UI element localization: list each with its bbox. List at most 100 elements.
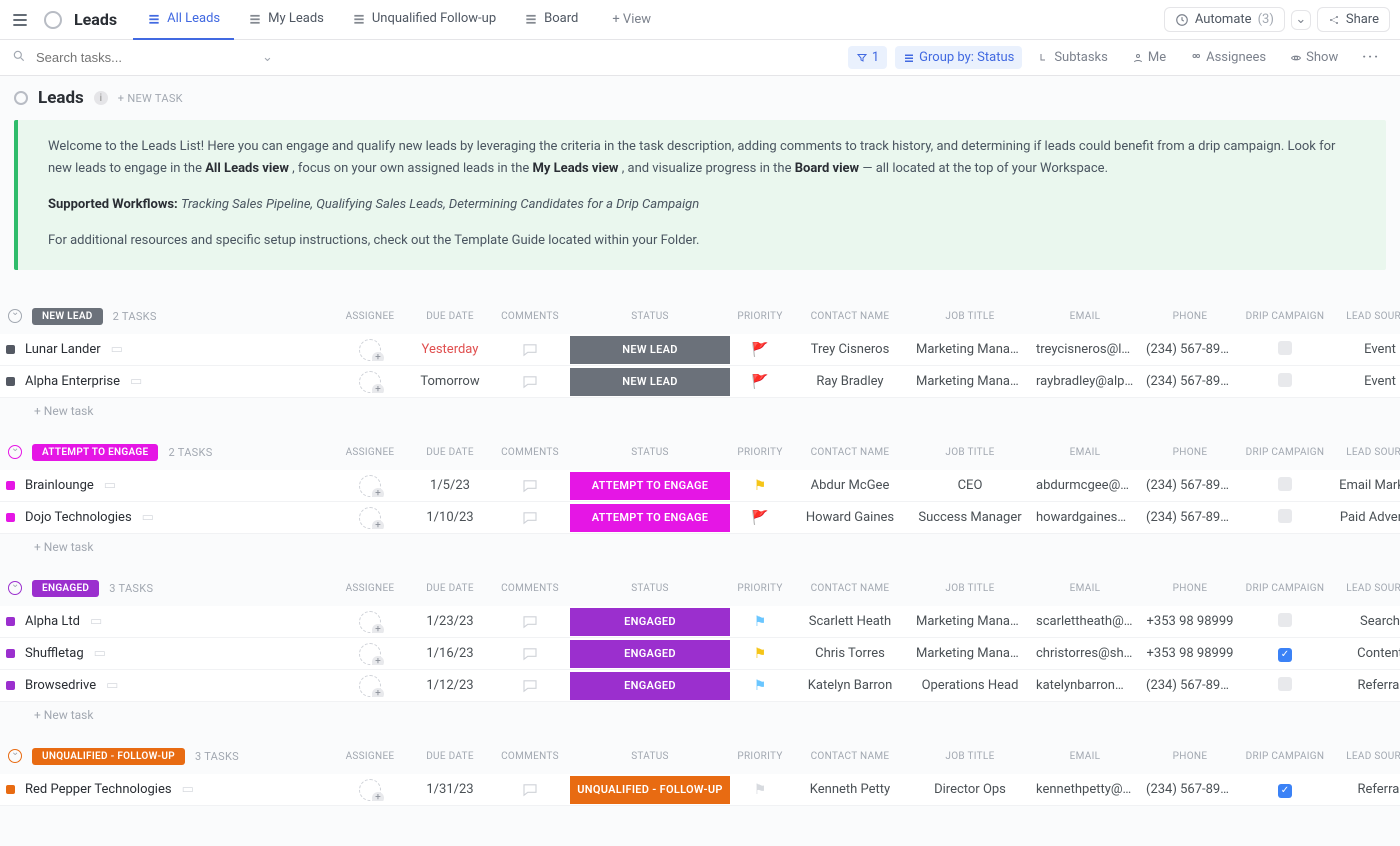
subtask-icon[interactable]: ▭ bbox=[182, 782, 194, 797]
status-badge[interactable]: NEW LEAD bbox=[570, 336, 730, 364]
assignee-add-icon[interactable] bbox=[359, 675, 381, 697]
comments-icon[interactable] bbox=[490, 341, 570, 359]
add-view-button[interactable]: + View bbox=[598, 12, 665, 27]
table-row[interactable]: Alpha Enterprise▭TomorrowNEW LEAD🚩Ray Br… bbox=[0, 366, 1400, 398]
column-header[interactable]: EMAIL bbox=[1030, 447, 1140, 458]
due-date[interactable]: Tomorrow bbox=[410, 374, 490, 389]
drip-checkbox[interactable] bbox=[1240, 677, 1330, 695]
column-header[interactable]: DUE DATE bbox=[410, 311, 490, 322]
column-header[interactable]: EMAIL bbox=[1030, 751, 1140, 762]
priority-flag-icon[interactable]: ⚑ bbox=[730, 478, 790, 494]
column-header[interactable]: LEAD SOURCE bbox=[1330, 751, 1400, 762]
automate-more-button[interactable]: ⌄ bbox=[1291, 10, 1311, 30]
priority-flag-icon[interactable]: ⚑ bbox=[730, 614, 790, 630]
column-header[interactable]: STATUS bbox=[570, 583, 730, 594]
column-header[interactable]: PHONE bbox=[1140, 751, 1240, 762]
column-header[interactable]: STATUS bbox=[570, 447, 730, 458]
assignee-add-icon[interactable] bbox=[359, 339, 381, 361]
new-task-button[interactable]: + New task bbox=[0, 534, 1400, 554]
menu-icon[interactable] bbox=[10, 10, 32, 30]
status-group-label[interactable]: ATTEMPT TO ENGAGE bbox=[32, 444, 158, 461]
assignee-add-icon[interactable] bbox=[359, 611, 381, 633]
drip-checkbox[interactable] bbox=[1240, 477, 1330, 495]
subtask-icon[interactable]: ▭ bbox=[90, 614, 102, 629]
status-badge[interactable]: UNQUALIFIED - FOLLOW-UP bbox=[570, 776, 730, 804]
column-header[interactable]: JOB TITLE bbox=[910, 311, 1030, 322]
assignee-add-icon[interactable] bbox=[359, 475, 381, 497]
comments-icon[interactable] bbox=[490, 373, 570, 391]
column-header[interactable]: DRIP CAMPAIGN bbox=[1240, 311, 1330, 322]
comments-icon[interactable] bbox=[490, 645, 570, 663]
column-header[interactable]: PHONE bbox=[1140, 311, 1240, 322]
column-header[interactable]: PRIORITY bbox=[730, 447, 790, 458]
due-date[interactable]: 1/31/23 bbox=[410, 782, 490, 797]
status-badge[interactable]: ATTEMPT TO ENGAGE bbox=[570, 504, 730, 532]
drip-checkbox[interactable]: ✓ bbox=[1240, 782, 1330, 798]
subtask-icon[interactable]: ▭ bbox=[142, 510, 154, 525]
column-header[interactable]: EMAIL bbox=[1030, 583, 1140, 594]
priority-flag-icon[interactable]: ⚑ bbox=[730, 646, 790, 662]
comments-icon[interactable] bbox=[490, 477, 570, 495]
table-row[interactable]: Brainlounge▭1/5/23ATTEMPT TO ENGAGE⚑Abdu… bbox=[0, 470, 1400, 502]
subtasks-chip[interactable]: Subtasks bbox=[1030, 46, 1116, 69]
subtask-icon[interactable]: ▭ bbox=[106, 678, 118, 693]
priority-flag-icon[interactable]: ⚑ bbox=[730, 678, 790, 694]
priority-flag-icon[interactable]: 🚩 bbox=[730, 342, 790, 358]
table-row[interactable]: Browsedrive▭1/12/23ENGAGED⚑Katelyn Barro… bbox=[0, 670, 1400, 702]
automate-button[interactable]: Automate (3) bbox=[1164, 7, 1285, 32]
new-task-button[interactable]: + New task bbox=[0, 398, 1400, 418]
subtask-icon[interactable]: ▭ bbox=[94, 646, 106, 661]
column-header[interactable]: LEAD SOURCE bbox=[1330, 311, 1400, 322]
column-header[interactable]: PRIORITY bbox=[730, 311, 790, 322]
priority-flag-icon[interactable]: ⚑ bbox=[730, 782, 790, 798]
filter-count-chip[interactable]: 1 bbox=[848, 46, 887, 69]
column-header[interactable]: CONTACT NAME bbox=[790, 447, 910, 458]
more-icon[interactable]: ··· bbox=[1354, 50, 1388, 65]
column-header[interactable]: COMMENTS bbox=[490, 751, 570, 762]
status-badge[interactable]: ENGAGED bbox=[570, 640, 730, 668]
column-header[interactable]: JOB TITLE bbox=[910, 447, 1030, 458]
drip-checkbox[interactable]: ✓ bbox=[1240, 646, 1330, 662]
assignee-add-icon[interactable] bbox=[359, 371, 381, 393]
info-icon[interactable]: i bbox=[94, 91, 108, 105]
column-header[interactable]: STATUS bbox=[570, 311, 730, 322]
column-header[interactable]: ASSIGNEE bbox=[330, 311, 410, 322]
column-header[interactable]: ASSIGNEE bbox=[330, 751, 410, 762]
collapse-icon[interactable] bbox=[8, 445, 22, 459]
assignee-add-icon[interactable] bbox=[359, 507, 381, 529]
comments-icon[interactable] bbox=[490, 677, 570, 695]
column-header[interactable]: ASSIGNEE bbox=[330, 447, 410, 458]
column-header[interactable]: STATUS bbox=[570, 751, 730, 762]
comments-icon[interactable] bbox=[490, 509, 570, 527]
column-header[interactable]: CONTACT NAME bbox=[790, 311, 910, 322]
subtask-icon[interactable]: ▭ bbox=[130, 374, 142, 389]
due-date[interactable]: 1/5/23 bbox=[410, 478, 490, 493]
subtask-icon[interactable]: ▭ bbox=[104, 478, 116, 493]
table-row[interactable]: Shuffletag▭1/16/23ENGAGED⚑Chris TorresMa… bbox=[0, 638, 1400, 670]
show-chip[interactable]: Show bbox=[1282, 46, 1346, 69]
column-header[interactable]: ASSIGNEE bbox=[330, 583, 410, 594]
tab-board[interactable]: Board bbox=[510, 0, 592, 40]
column-header[interactable]: CONTACT NAME bbox=[790, 583, 910, 594]
column-header[interactable]: LEAD SOURCE bbox=[1330, 447, 1400, 458]
table-row[interactable]: Alpha Ltd▭1/23/23ENGAGED⚑Scarlett HeathM… bbox=[0, 606, 1400, 638]
due-date[interactable]: 1/23/23 bbox=[410, 614, 490, 629]
column-header[interactable]: LEAD SOURCE bbox=[1330, 583, 1400, 594]
share-button[interactable]: Share bbox=[1317, 7, 1390, 32]
column-header[interactable]: EMAIL bbox=[1030, 311, 1140, 322]
column-header[interactable]: JOB TITLE bbox=[910, 583, 1030, 594]
tab-unqualified-follow-up[interactable]: Unqualified Follow-up bbox=[338, 0, 510, 40]
comments-icon[interactable] bbox=[490, 613, 570, 631]
tab-all-leads[interactable]: All Leads bbox=[133, 0, 234, 40]
status-group-label[interactable]: UNQUALIFIED - FOLLOW-UP bbox=[32, 748, 185, 765]
table-row[interactable]: Lunar Lander▭YesterdayNEW LEAD🚩Trey Cisn… bbox=[0, 334, 1400, 366]
column-header[interactable]: PRIORITY bbox=[730, 751, 790, 762]
subtask-icon[interactable]: ▭ bbox=[111, 342, 123, 357]
column-header[interactable]: DUE DATE bbox=[410, 583, 490, 594]
column-header[interactable]: PRIORITY bbox=[730, 583, 790, 594]
column-header[interactable]: JOB TITLE bbox=[910, 751, 1030, 762]
status-badge[interactable]: NEW LEAD bbox=[570, 368, 730, 396]
column-header[interactable]: COMMENTS bbox=[490, 311, 570, 322]
column-header[interactable]: DRIP CAMPAIGN bbox=[1240, 447, 1330, 458]
collapse-icon[interactable] bbox=[8, 749, 22, 763]
